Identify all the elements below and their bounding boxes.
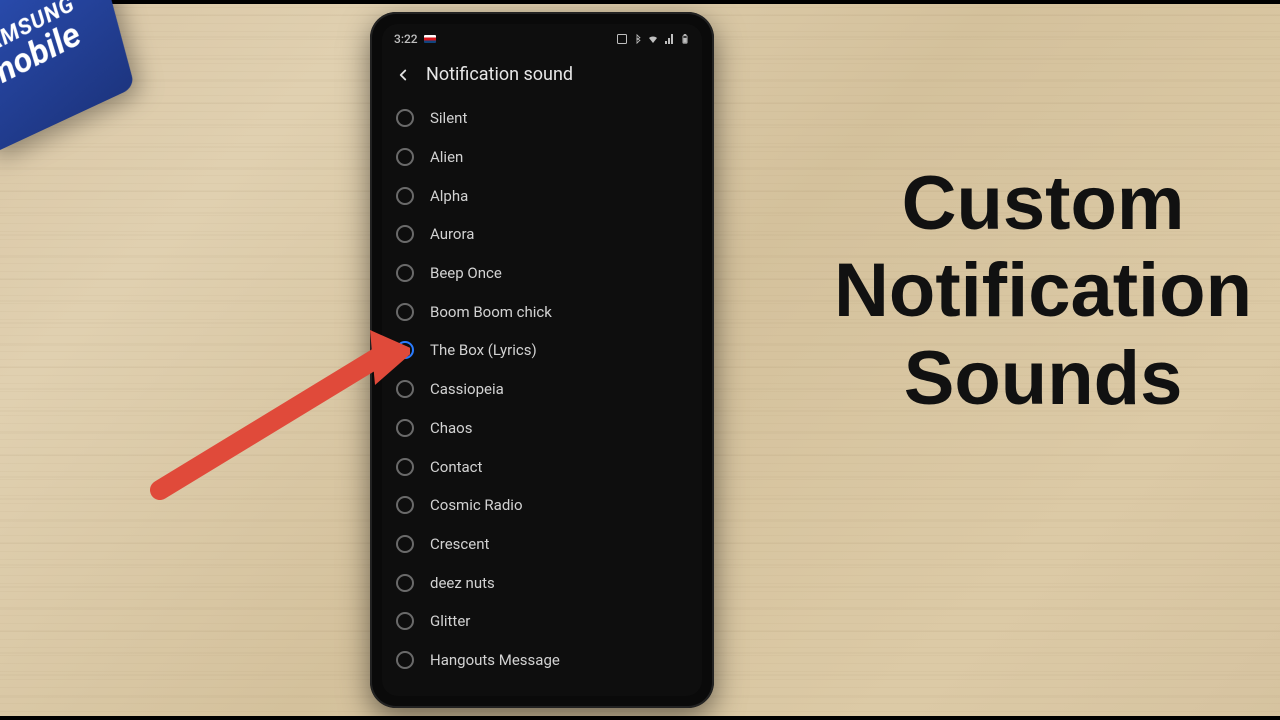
sound-option[interactable]: Cosmic Radio	[382, 486, 702, 525]
caption-line-2: Notification	[834, 247, 1252, 334]
sound-option[interactable]: Beep Once	[382, 254, 702, 293]
radio-icon[interactable]	[396, 187, 414, 205]
radio-icon[interactable]	[396, 380, 414, 398]
sound-label: Crescent	[430, 535, 489, 553]
sound-option[interactable]: Chaos	[382, 409, 702, 448]
sound-option[interactable]: Alpha	[382, 176, 702, 215]
bluetooth-icon	[632, 33, 642, 45]
radio-icon[interactable]	[396, 419, 414, 437]
letterbox-bottom	[0, 716, 1280, 720]
samsung-cube-prop: SAMSUNG mobile	[0, 0, 203, 193]
sound-label: Hangouts Message	[430, 651, 560, 669]
sound-option[interactable]: Glitter	[382, 602, 702, 641]
status-bar: 3:22	[382, 24, 702, 54]
sound-option[interactable]: Boom Boom chick	[382, 292, 702, 331]
radio-icon[interactable]	[396, 303, 414, 321]
sound-label: Silent	[430, 109, 467, 127]
radio-icon[interactable]	[396, 535, 414, 553]
radio-icon[interactable]	[396, 341, 414, 359]
nfc-icon	[616, 33, 628, 45]
back-icon[interactable]	[394, 66, 412, 84]
phone-frame: 3:22 Notification sound Silent Alien Alpha…	[370, 12, 714, 708]
sound-label: Cosmic Radio	[430, 496, 523, 514]
sound-label: Beep Once	[430, 264, 502, 282]
sound-list[interactable]: Silent Alien Alpha Aurora Beep Once Boom Boom…	[382, 99, 702, 696]
sound-option[interactable]: The Box (Lyrics)	[382, 331, 702, 370]
sound-label: Aurora	[430, 225, 474, 243]
sound-label: Alpha	[430, 187, 468, 205]
sound-option[interactable]: deez nuts	[382, 563, 702, 602]
sound-option[interactable]: Crescent	[382, 525, 702, 564]
sound-label: Chaos	[430, 419, 472, 437]
radio-icon[interactable]	[396, 496, 414, 514]
sound-option[interactable]: Aurora	[382, 215, 702, 254]
sound-label: The Box (Lyrics)	[430, 341, 537, 359]
page-title: Notification sound	[426, 64, 573, 85]
wifi-icon	[646, 33, 660, 45]
sound-option[interactable]: Alien	[382, 138, 702, 177]
radio-icon[interactable]	[396, 651, 414, 669]
sound-label: Boom Boom chick	[430, 303, 552, 321]
radio-icon[interactable]	[396, 574, 414, 592]
sound-option[interactable]: Contact	[382, 447, 702, 486]
sound-option[interactable]: Silent	[382, 99, 702, 138]
sound-label: Cassiopeia	[430, 380, 504, 398]
battery-icon	[680, 32, 690, 46]
radio-icon[interactable]	[396, 225, 414, 243]
radio-icon[interactable]	[396, 109, 414, 127]
phone-screen: 3:22 Notification sound Silent Alien Alpha…	[382, 24, 702, 696]
caption-line-1: Custom	[834, 160, 1252, 247]
signal-icon	[664, 33, 676, 45]
caption-line-3: Sounds	[834, 335, 1252, 422]
sound-label: Alien	[430, 148, 463, 166]
flag-icon	[424, 35, 436, 43]
sound-option[interactable]: Cassiopeia	[382, 370, 702, 409]
sound-label: deez nuts	[430, 574, 495, 592]
thumbnail-caption: Custom Notification Sounds	[834, 160, 1252, 422]
sound-option[interactable]: Hangouts Message	[382, 641, 702, 680]
sound-label: Contact	[430, 458, 482, 476]
radio-icon[interactable]	[396, 264, 414, 282]
settings-header: Notification sound	[382, 54, 702, 99]
radio-icon[interactable]	[396, 148, 414, 166]
radio-icon[interactable]	[396, 612, 414, 630]
status-time: 3:22	[394, 32, 418, 46]
letterbox-top	[0, 0, 1280, 4]
sound-label: Glitter	[430, 612, 470, 630]
radio-icon[interactable]	[396, 458, 414, 476]
